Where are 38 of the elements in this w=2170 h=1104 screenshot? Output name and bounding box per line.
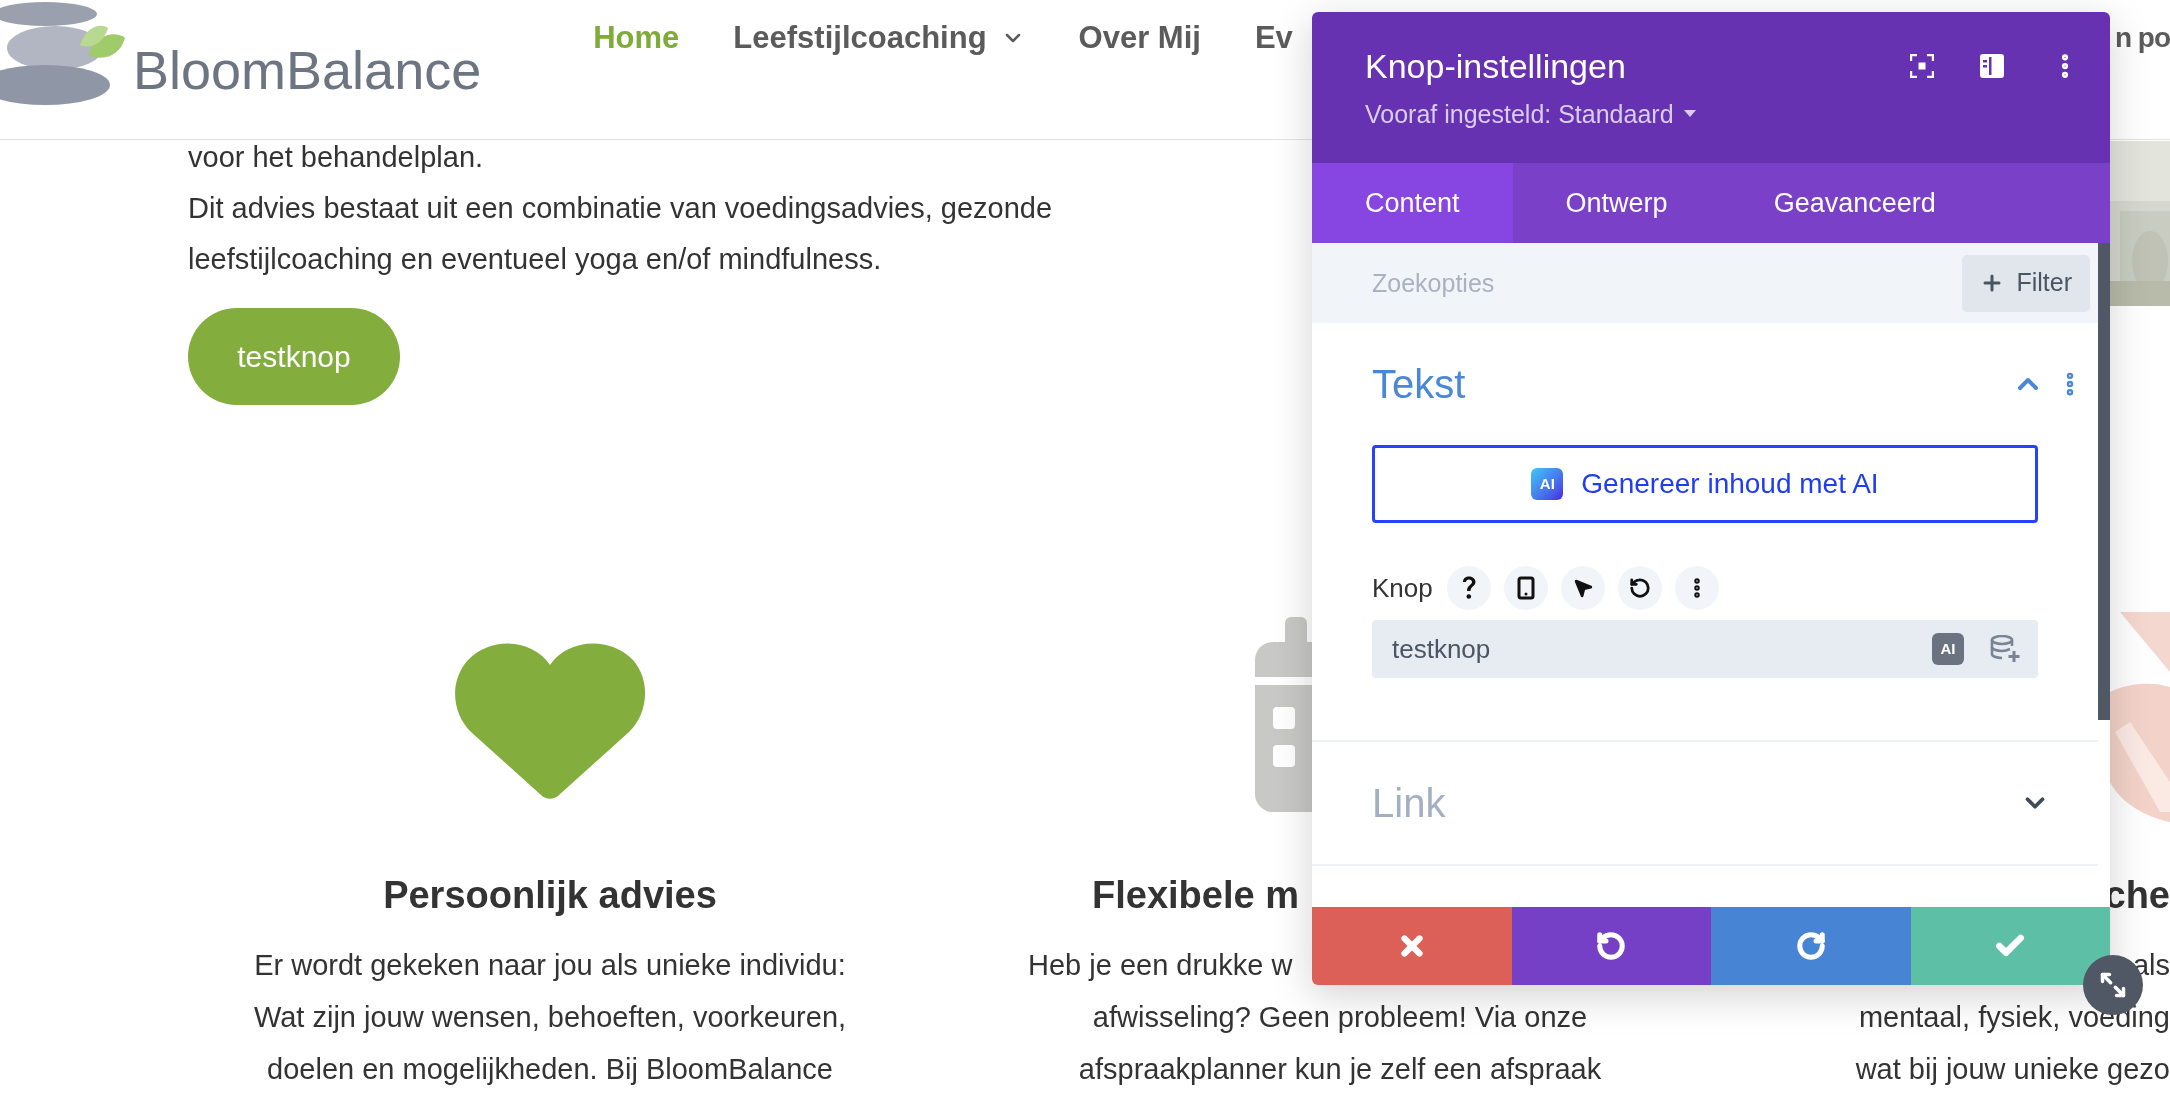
decorative-icon bbox=[2110, 612, 2170, 822]
field-label: Knop bbox=[1372, 571, 1433, 605]
feature-title: Flexibele m bbox=[1092, 873, 1299, 918]
redo-icon bbox=[1795, 931, 1826, 961]
layout-icon[interactable] bbox=[1980, 54, 2004, 78]
feature-title: Persoonlijk advies bbox=[383, 873, 717, 918]
section-title[interactable]: Tekst bbox=[1372, 360, 1466, 408]
body-text: voor het behandelplan. Dit advies bestaat uit een combinatie van voedingsadvies, gezonde leefstijlcoaching en eventueel yoga en/of mindfulness. bbox=[188, 140, 1053, 277]
caret-icon bbox=[1683, 110, 1696, 118]
feature-text: Er wordt gekeken naar jou als unieke individu: Wat zijn jouw wensen, behoeften, voorkeuren, doelen en mogelijkheden. Bij BloomBalance bbox=[253, 948, 847, 1087]
cursor-icon[interactable] bbox=[1560, 566, 1605, 610]
focus-icon[interactable] bbox=[1910, 54, 1934, 78]
reset-icon[interactable] bbox=[1617, 566, 1662, 610]
search-field[interactable]: Zoekopties bbox=[1312, 243, 1963, 323]
save-button[interactable] bbox=[1910, 907, 2110, 985]
undo-icon bbox=[1596, 931, 1627, 961]
feature-text: afwisseling? Geen probleem! Via onze afspraakplanner kun je zelf een afspraak bbox=[1077, 1000, 1603, 1087]
preset-dropdown[interactable]: Vooraf ingesteld: Standaard bbox=[1365, 99, 1696, 129]
ai-badge: AI bbox=[1932, 633, 1964, 665]
panel-title: Knop-instellingen bbox=[1365, 46, 1627, 87]
logo-text: BloomBalance bbox=[133, 40, 482, 100]
redo-button[interactable] bbox=[1711, 907, 1911, 985]
text-input[interactable]: testknop AI bbox=[1372, 620, 2038, 678]
nav-link[interactable]: Leefstijlcoaching bbox=[733, 20, 1025, 56]
filter-button[interactable]: Filter bbox=[1962, 254, 2090, 312]
nav-link[interactable]: Over Mij bbox=[1078, 20, 1201, 56]
help-icon[interactable] bbox=[1446, 566, 1491, 610]
ai-generate-button[interactable]: AI Genereer inhoud met AI bbox=[1372, 445, 2038, 523]
phone-icon[interactable] bbox=[1503, 566, 1548, 610]
nav-link[interactable]: n po bbox=[2114, 20, 2170, 56]
feature-text: Heb je een drukke w bbox=[1028, 948, 1293, 983]
scrollbar[interactable] bbox=[2098, 243, 2110, 720]
ai-badge: AI bbox=[1531, 468, 1564, 500]
nav-link[interactable]: Ev bbox=[1254, 20, 1293, 56]
undo-button[interactable] bbox=[1511, 907, 1711, 985]
panel-tab[interactable]: Content bbox=[1312, 163, 1513, 243]
more-icon[interactable] bbox=[1674, 566, 1719, 610]
database-plus-icon[interactable] bbox=[1990, 635, 2020, 663]
